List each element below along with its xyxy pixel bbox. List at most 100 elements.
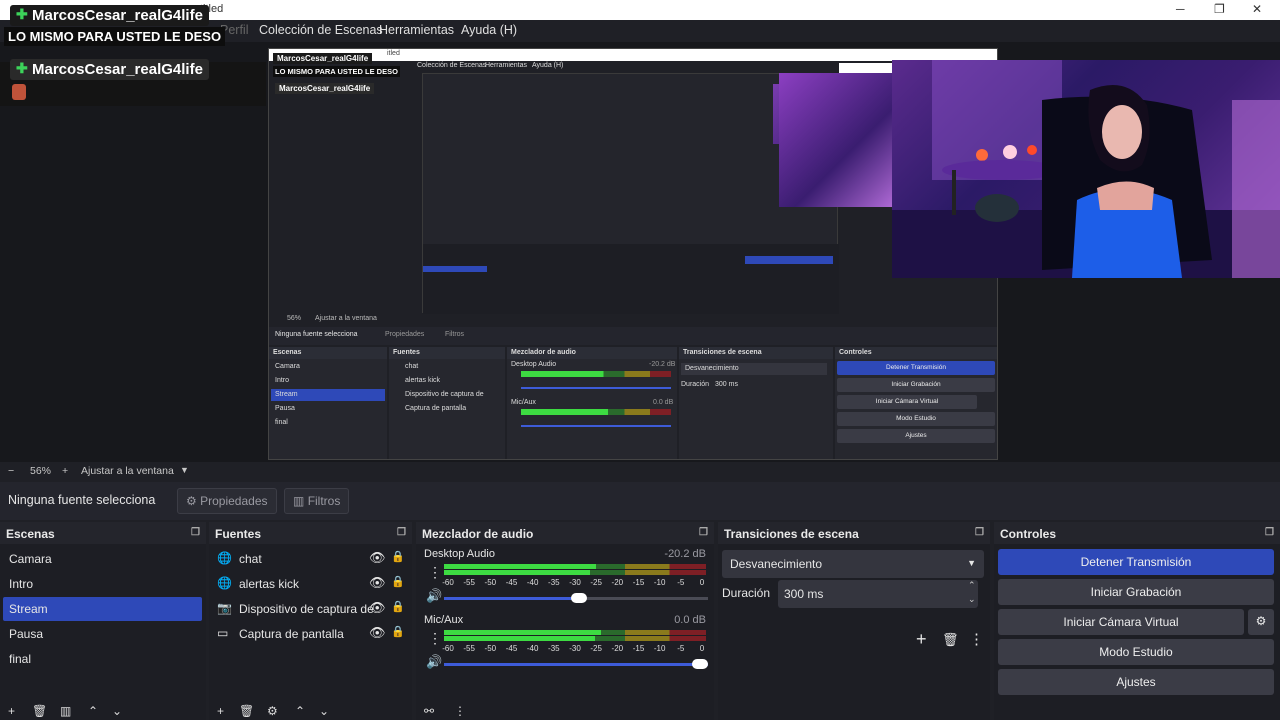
kebab-menu-icon[interactable]: ⋮ bbox=[454, 704, 466, 718]
chat-username: MarcosCesar_realG4life bbox=[10, 59, 209, 80]
eye-icon[interactable]: 👁 bbox=[369, 600, 386, 616]
undock-icon[interactable]: ❐ bbox=[699, 527, 708, 538]
nested-mixer: Desktop Audio -20.2 dB Mic/Aux 0.0 dB bbox=[507, 359, 677, 459]
lock-icon[interactable]: 🔒 bbox=[391, 600, 405, 613]
close-icon[interactable]: ✕ bbox=[1252, 2, 1262, 16]
chevron-down-icon: ▼ bbox=[967, 558, 976, 568]
meter-tick-label: -25 bbox=[590, 578, 602, 587]
gear-icon: ⚙ bbox=[1255, 614, 1267, 628]
meter-tick-label: 0 bbox=[699, 578, 705, 587]
mixer-channel-db: -20.2 dB bbox=[664, 548, 706, 560]
move-up-icon[interactable]: ⌃ bbox=[88, 704, 98, 718]
meter-tick-label: -40 bbox=[526, 644, 539, 653]
speaker-icon[interactable]: 🔊 bbox=[426, 654, 442, 670]
globe-icon: 🌐 bbox=[217, 551, 232, 565]
move-down-icon[interactable]: ⌄ bbox=[112, 704, 122, 718]
scene-item[interactable]: Camara bbox=[3, 547, 58, 571]
stop-stream-button[interactable]: Detener Transmisión bbox=[998, 549, 1274, 575]
move-down-icon[interactable]: ⌄ bbox=[319, 704, 329, 718]
mic-volume-slider[interactable] bbox=[444, 659, 708, 669]
eye-icon[interactable]: 👁 bbox=[369, 550, 386, 566]
start-recording-button[interactable]: Iniciar Grabación bbox=[998, 579, 1274, 605]
link-icon[interactable]: ⚯ bbox=[424, 704, 434, 718]
start-virtual-camera-button[interactable]: Iniciar Cámara Virtual bbox=[998, 609, 1244, 635]
transitions-body: Desvanecimiento ▼ Duración 300 ms ⌃ ⌄ + 🗑… bbox=[718, 544, 990, 720]
scene-item[interactable]: final bbox=[3, 647, 37, 671]
meter-tick-label: -60 bbox=[442, 578, 454, 587]
filters-button[interactable]: ▥ Filtros bbox=[284, 488, 350, 514]
nested-hdr-sources: Fuentes bbox=[389, 347, 505, 359]
trash-icon[interactable]: 🗑 bbox=[32, 704, 47, 718]
lock-icon[interactable]: 🔒 bbox=[391, 625, 405, 638]
source-label: Captura de pantalla bbox=[239, 627, 344, 641]
add-icon[interactable]: + bbox=[217, 704, 224, 718]
gear-icon: ⚙ bbox=[186, 494, 197, 508]
scene-item[interactable]: Pausa bbox=[3, 622, 49, 646]
zoom-level: 56% bbox=[30, 465, 52, 477]
source-item[interactable]: ▭ Captura de pantalla 👁 🔒 bbox=[215, 622, 410, 646]
source-item[interactable]: 🌐 alertas kick 👁 🔒 bbox=[215, 572, 410, 596]
properties-button[interactable]: ⚙ Propiedades bbox=[177, 488, 277, 514]
undock-icon[interactable]: ❐ bbox=[1265, 527, 1274, 538]
meter-tick-label: -45 bbox=[505, 578, 518, 587]
menu-scene-collection[interactable]: Colección de Escenas bbox=[259, 23, 383, 37]
eye-icon[interactable]: 👁 bbox=[369, 625, 386, 641]
transitions-dock: Transiciones de escena ❐ Desvanecimiento… bbox=[718, 522, 990, 720]
meter-tick-label: -50 bbox=[484, 644, 497, 653]
webcam-scene-image bbox=[892, 60, 1280, 278]
lock-icon[interactable]: 🔒 bbox=[391, 575, 405, 588]
source-item[interactable]: 📷 Dispositivo de captura de 👁 🔒 bbox=[215, 597, 410, 621]
nested-hdr-scenes: Escenas bbox=[269, 347, 387, 359]
speaker-icon[interactable]: 🔊 bbox=[426, 588, 442, 604]
fit-to-window-select[interactable]: Ajustar a la ventana bbox=[81, 465, 174, 477]
meter-tick-label: -10 bbox=[653, 578, 666, 587]
filter-icon[interactable]: ▥ bbox=[60, 704, 71, 718]
meter-tick-label: -20 bbox=[611, 578, 624, 587]
scene-item-selected[interactable]: Stream bbox=[3, 597, 202, 621]
transition-select[interactable]: Desvanecimiento ▼ bbox=[722, 550, 984, 578]
eye-icon[interactable]: 👁 bbox=[369, 575, 386, 591]
webcam-feed bbox=[892, 60, 1280, 278]
scene-item[interactable]: Intro bbox=[3, 572, 39, 596]
recursive-docks bbox=[423, 244, 839, 314]
nested-webcam bbox=[779, 73, 894, 207]
move-up-icon[interactable]: ⌃ bbox=[295, 704, 305, 718]
duration-field[interactable]: 300 ms bbox=[778, 580, 978, 608]
spin-buttons[interactable]: ⌃ ⌄ bbox=[968, 578, 976, 606]
menu-help[interactable]: Ayuda (H) bbox=[461, 23, 517, 37]
zoom-out-button[interactable]: − bbox=[8, 465, 14, 477]
nested-zoombar: 56% Ajustar a la ventana bbox=[287, 315, 377, 322]
add-icon[interactable]: + bbox=[916, 629, 927, 650]
desktop-volume-slider[interactable] bbox=[444, 593, 708, 603]
maximize-icon[interactable]: ❐ bbox=[1214, 2, 1225, 16]
meter-tick-label: 0 bbox=[699, 644, 705, 653]
chevron-down-icon[interactable]: ▼ bbox=[180, 465, 189, 475]
zoom-in-button[interactable]: + bbox=[62, 465, 68, 477]
trash-icon[interactable]: 🗑 bbox=[942, 632, 959, 648]
nested-overlay-banner: LO MISMO PARA USTED LE DESO bbox=[273, 66, 400, 77]
scenes-dock: Escenas ❐ Camara Intro Stream Pausa fina… bbox=[0, 522, 206, 720]
virtual-camera-settings-button[interactable]: ⚙ bbox=[1248, 609, 1274, 635]
meter-tick-label: -10 bbox=[653, 644, 666, 653]
undock-icon[interactable]: ❐ bbox=[975, 527, 984, 538]
minimize-icon[interactable]: ─ bbox=[1176, 2, 1185, 16]
studio-mode-button[interactable]: Modo Estudio bbox=[998, 639, 1274, 665]
kebab-menu-icon[interactable]: ⋮ bbox=[428, 630, 442, 647]
scenes-list: Camara Intro Stream Pausa final + 🗑 ▥ ⌃ … bbox=[0, 544, 206, 720]
settings-button[interactable]: Ajustes bbox=[998, 669, 1274, 695]
trash-icon[interactable]: 🗑 bbox=[239, 704, 254, 718]
add-icon[interactable]: + bbox=[8, 704, 15, 718]
menu-tools[interactable]: Herramientas bbox=[379, 23, 454, 37]
gear-icon[interactable]: ⚙ bbox=[267, 704, 278, 718]
undock-icon[interactable]: ❐ bbox=[397, 527, 406, 538]
undock-icon[interactable]: ❐ bbox=[191, 527, 200, 538]
chat-avatar bbox=[12, 84, 26, 100]
source-item[interactable]: 🌐 chat 👁 🔒 bbox=[215, 547, 410, 571]
source-toolbar: Ninguna fuente selecciona ⚙ Propiedades … bbox=[0, 482, 1280, 520]
kebab-menu-icon[interactable]: ⋮ bbox=[428, 564, 442, 581]
recursive-scene-sel bbox=[423, 266, 487, 272]
kebab-menu-icon[interactable]: ⋮ bbox=[969, 630, 984, 648]
nested-hdr-controls: Controles bbox=[835, 347, 997, 359]
meter-tick-label: -35 bbox=[548, 578, 560, 587]
lock-icon[interactable]: 🔒 bbox=[391, 550, 405, 563]
